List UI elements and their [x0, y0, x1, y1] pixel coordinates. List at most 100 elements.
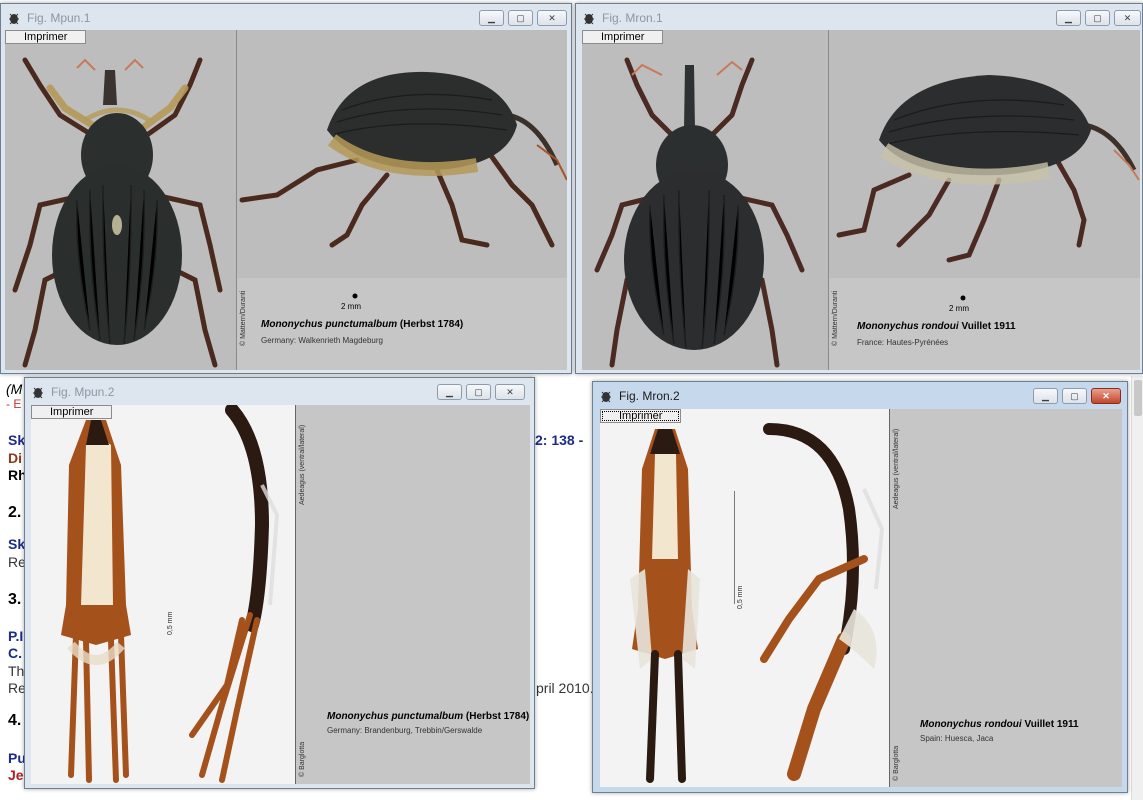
page-scrollbar[interactable] [1131, 376, 1143, 800]
window-title: Fig. Mron.1 [602, 11, 663, 25]
species-caption: Mononychus rondoui Vuillet 1911 [857, 321, 1016, 332]
window-title: Fig. Mpun.1 [27, 11, 91, 25]
scale-marker [352, 293, 358, 299]
bg-link[interactable]: - E [6, 397, 21, 411]
caption-panel: © Mattern/Duranti 2 mm Mononychus punctu… [237, 278, 567, 370]
bg-text: Di [8, 450, 22, 466]
bg-text: Je [8, 767, 24, 783]
bg-text: P.I [8, 628, 24, 644]
scale-label: 2 mm [341, 302, 361, 311]
close-button[interactable]: ✕ [537, 10, 567, 26]
bg-text: (M [6, 381, 23, 397]
caption-panel: © Mattern/Duranti 2 mm Mononychus rondou… [829, 278, 1140, 370]
beetle-app-icon [584, 13, 594, 25]
minimize-button[interactable]: ▁ [1056, 10, 1081, 26]
species-author: (Herbst 1784) [465, 711, 530, 722]
window-fig-mron-1[interactable]: Fig. Mron.1 ▁ ▢ ✕ © Mattern/Duranti 2 mm… [575, 3, 1143, 374]
window-fig-mpun-1[interactable]: Fig. Mpun.1 ▁ ▢ ✕ © Mattern/Duranti 2 mm… [0, 3, 572, 374]
bg-text: 2: 138 - [535, 432, 584, 448]
weevil-lateral-illustration [836, 75, 1140, 263]
scale-label: 2 mm [949, 304, 969, 313]
maximize-button[interactable]: ▢ [1085, 10, 1110, 26]
beetle-app-icon [9, 13, 19, 25]
title-bar[interactable]: Fig. Mron.1 ▁ ▢ ✕ [576, 4, 1142, 32]
print-button[interactable]: Imprimer [5, 30, 87, 44]
photo-credit: © Mattern/Duranti [832, 290, 839, 346]
lateral-view-image [237, 30, 567, 278]
species-name: Mononychus punctumalbum [261, 319, 398, 330]
aedeagus-lateral-illustration [733, 423, 885, 781]
scrollbar-thumb[interactable] [1134, 380, 1142, 416]
species-name: Mononychus punctumalbum [327, 711, 464, 722]
species-caption: Mononychus punctumalbum (Herbst 1784) [327, 711, 529, 722]
weevil-dorsal-illustration [12, 57, 223, 368]
maximize-button[interactable]: ▢ [508, 10, 533, 26]
title-bar[interactable]: Fig. Mpun.1 ▁ ▢ ✕ [1, 4, 571, 32]
caption-panel: Aedeagus (ventral/lateral) © Barglotta M… [296, 405, 530, 784]
print-button[interactable]: Imprimer [31, 405, 113, 419]
close-button[interactable]: ✕ [495, 384, 525, 400]
weevil-dorsal-illustration [594, 57, 805, 368]
species-name: Mononychus rondoui [857, 321, 959, 332]
aedeagus-lateral-image [162, 405, 295, 784]
species-caption: Mononychus punctumalbum (Herbst 1784) [261, 319, 463, 330]
scale-label: 0,5 mm [167, 611, 174, 635]
window-content: © Mattern/Duranti 2 mm Mononychus rondou… [582, 30, 1140, 370]
aedeagus-ventral-illustration [61, 420, 131, 783]
close-button[interactable]: ✕ [1091, 388, 1121, 404]
caption-panel: Aedeagus (ventral/lateral) © Barglotta M… [890, 409, 1122, 787]
maximize-button[interactable]: ▢ [466, 384, 491, 400]
bg-text: pril 2010. [536, 680, 594, 696]
maximize-button[interactable]: ▢ [1062, 388, 1087, 404]
photo-credit: © Barglotta [299, 741, 306, 777]
window-fig-mpun-2[interactable]: Fig. Mpun.2 ▁ ▢ ✕ Aedeagus (ventral/late… [24, 377, 535, 789]
locality-text: Germany: Walkenrieth Magdeburg [261, 336, 383, 345]
window-fig-mron-2[interactable]: Fig. Mron.2 ▁ ▢ ✕ 0,5 mm Aedeagus (ventr… [592, 381, 1128, 793]
species-author: Vuillet 1911 [1024, 719, 1079, 730]
bg-text: C. [8, 645, 22, 661]
weevil-lateral-illustration [239, 71, 567, 248]
locality-text: France: Hautes-Pyrénées [857, 338, 949, 347]
window-content: © Mattern/Duranti 2 mm Mononychus punctu… [5, 30, 567, 370]
title-bar[interactable]: Fig. Mron.2 ▁ ▢ ✕ [593, 382, 1127, 410]
bg-text: Sk [8, 536, 26, 552]
beetle-app-icon [601, 391, 611, 403]
species-caption: Mononychus rondoui Vuillet 1911 [920, 719, 1079, 730]
dorsal-view-image [5, 30, 236, 370]
image-credit: Aedeagus (ventral/lateral) [299, 424, 306, 505]
species-author: (Herbst 1784) [399, 319, 464, 330]
window-title: Fig. Mpun.2 [51, 385, 115, 399]
minimize-button[interactable]: ▁ [1033, 388, 1058, 404]
window-content: Aedeagus (ventral/lateral) © Barglotta M… [31, 405, 530, 784]
minimize-button[interactable]: ▁ [437, 384, 462, 400]
photo-credit: © Mattern/Duranti [240, 290, 247, 346]
aedeagus-lateral-image [733, 409, 889, 787]
lateral-view-image [829, 30, 1140, 278]
locality-text: Spain: Huesca, Jaca [920, 734, 994, 743]
window-content: 0,5 mm Aedeagus (ventral/lateral) © Barg… [600, 409, 1122, 787]
bg-heading: 2. [8, 504, 22, 521]
species-author: Vuillet 1911 [961, 321, 1016, 332]
dorsal-view-image [582, 30, 828, 370]
bg-text: Sk [8, 432, 26, 448]
scale-label: 0,5 mm [737, 585, 744, 609]
locality-text: Germany: Brandenburg, Trebbin/Gerswalde [327, 726, 483, 735]
bg-heading: 4. [8, 712, 22, 729]
beetle-app-icon [33, 387, 43, 399]
print-button[interactable]: Imprimer [582, 30, 664, 44]
photo-credit: © Barglotta [893, 745, 900, 781]
bg-text: Th [8, 663, 25, 679]
close-button[interactable]: ✕ [1114, 10, 1141, 26]
bg-heading: 3. [8, 591, 22, 608]
title-bar[interactable]: Fig. Mpun.2 ▁ ▢ ✕ [25, 378, 534, 406]
aedeagus-ventral-illustration [630, 429, 700, 783]
scale-marker [960, 295, 966, 301]
aedeagus-ventral-image [31, 405, 162, 784]
aedeagus-ventral-image [600, 409, 734, 787]
aedeagus-lateral-illustration [189, 405, 280, 783]
image-credit: Aedeagus (ventral/lateral) [893, 428, 900, 509]
print-button[interactable]: Imprimer [600, 409, 682, 423]
species-name: Mononychus rondoui [920, 719, 1022, 730]
minimize-button[interactable]: ▁ [479, 10, 504, 26]
window-title: Fig. Mron.2 [619, 389, 680, 403]
